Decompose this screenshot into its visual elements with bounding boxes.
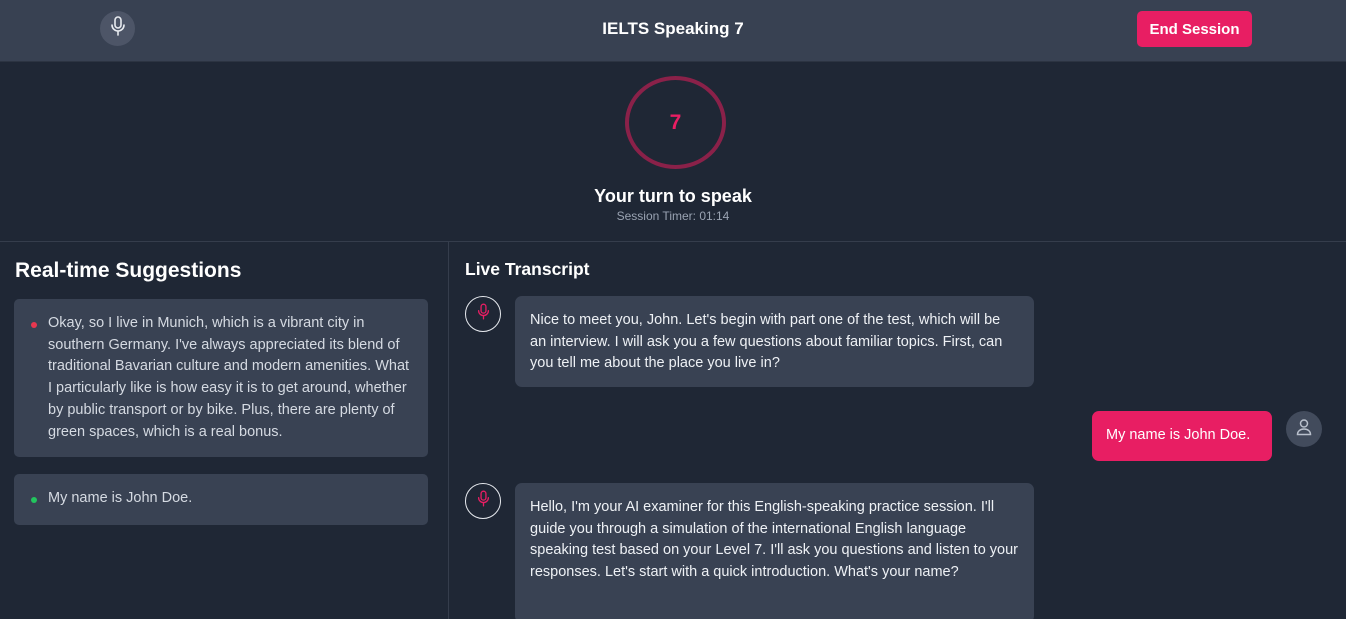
turn-status-text: Your turn to speak	[594, 186, 752, 206]
top-bar: IELTS Speaking 7 End Session	[0, 0, 1346, 62]
examiner-avatar	[465, 483, 501, 519]
user-icon	[1295, 418, 1313, 441]
user-message: My name is John Doe.	[1092, 411, 1272, 461]
suggestions-panel: Real-time Suggestions Okay, so I live in…	[0, 242, 449, 619]
transcript-title: Live Transcript	[465, 259, 590, 279]
suggestion-card[interactable]: Okay, so I live in Munich, which is a vi…	[14, 299, 428, 458]
microphone-icon	[477, 302, 490, 326]
message-text: Hello, I'm your AI examiner for this Eng…	[530, 499, 1019, 581]
suggestion-status-dot	[31, 497, 37, 503]
end-session-button[interactable]: End Session	[1137, 11, 1252, 47]
level-indicator: 7	[625, 76, 726, 169]
examiner-message: Nice to meet you, John. Let's begin with…	[515, 296, 1034, 388]
suggestion-text: My name is John Doe.	[48, 490, 193, 506]
message-text: My name is John Doe.	[1106, 427, 1251, 443]
session-timer: Session Timer: 01:14	[616, 209, 730, 223]
suggestion-status-dot	[31, 322, 37, 328]
suggestion-text: Okay, so I live in Munich, which is a vi…	[48, 315, 410, 440]
suggestions-title: Real-time Suggestions	[15, 259, 242, 282]
examiner-message: Hello, I'm your AI examiner for this Eng…	[515, 483, 1034, 619]
microphone-icon	[477, 489, 490, 513]
transcript-panel: Live Transcript Nice to meet you, John. …	[450, 242, 1346, 619]
message-text: Nice to meet you, John. Let's begin with…	[530, 312, 1003, 372]
suggestion-card[interactable]: My name is John Doe.	[14, 474, 428, 525]
level-value: 7	[669, 110, 682, 134]
user-avatar	[1286, 411, 1322, 447]
speaking-status-panel: 7 Your turn to speak Session Timer: 01:1…	[0, 62, 1346, 242]
examiner-avatar	[465, 296, 501, 332]
